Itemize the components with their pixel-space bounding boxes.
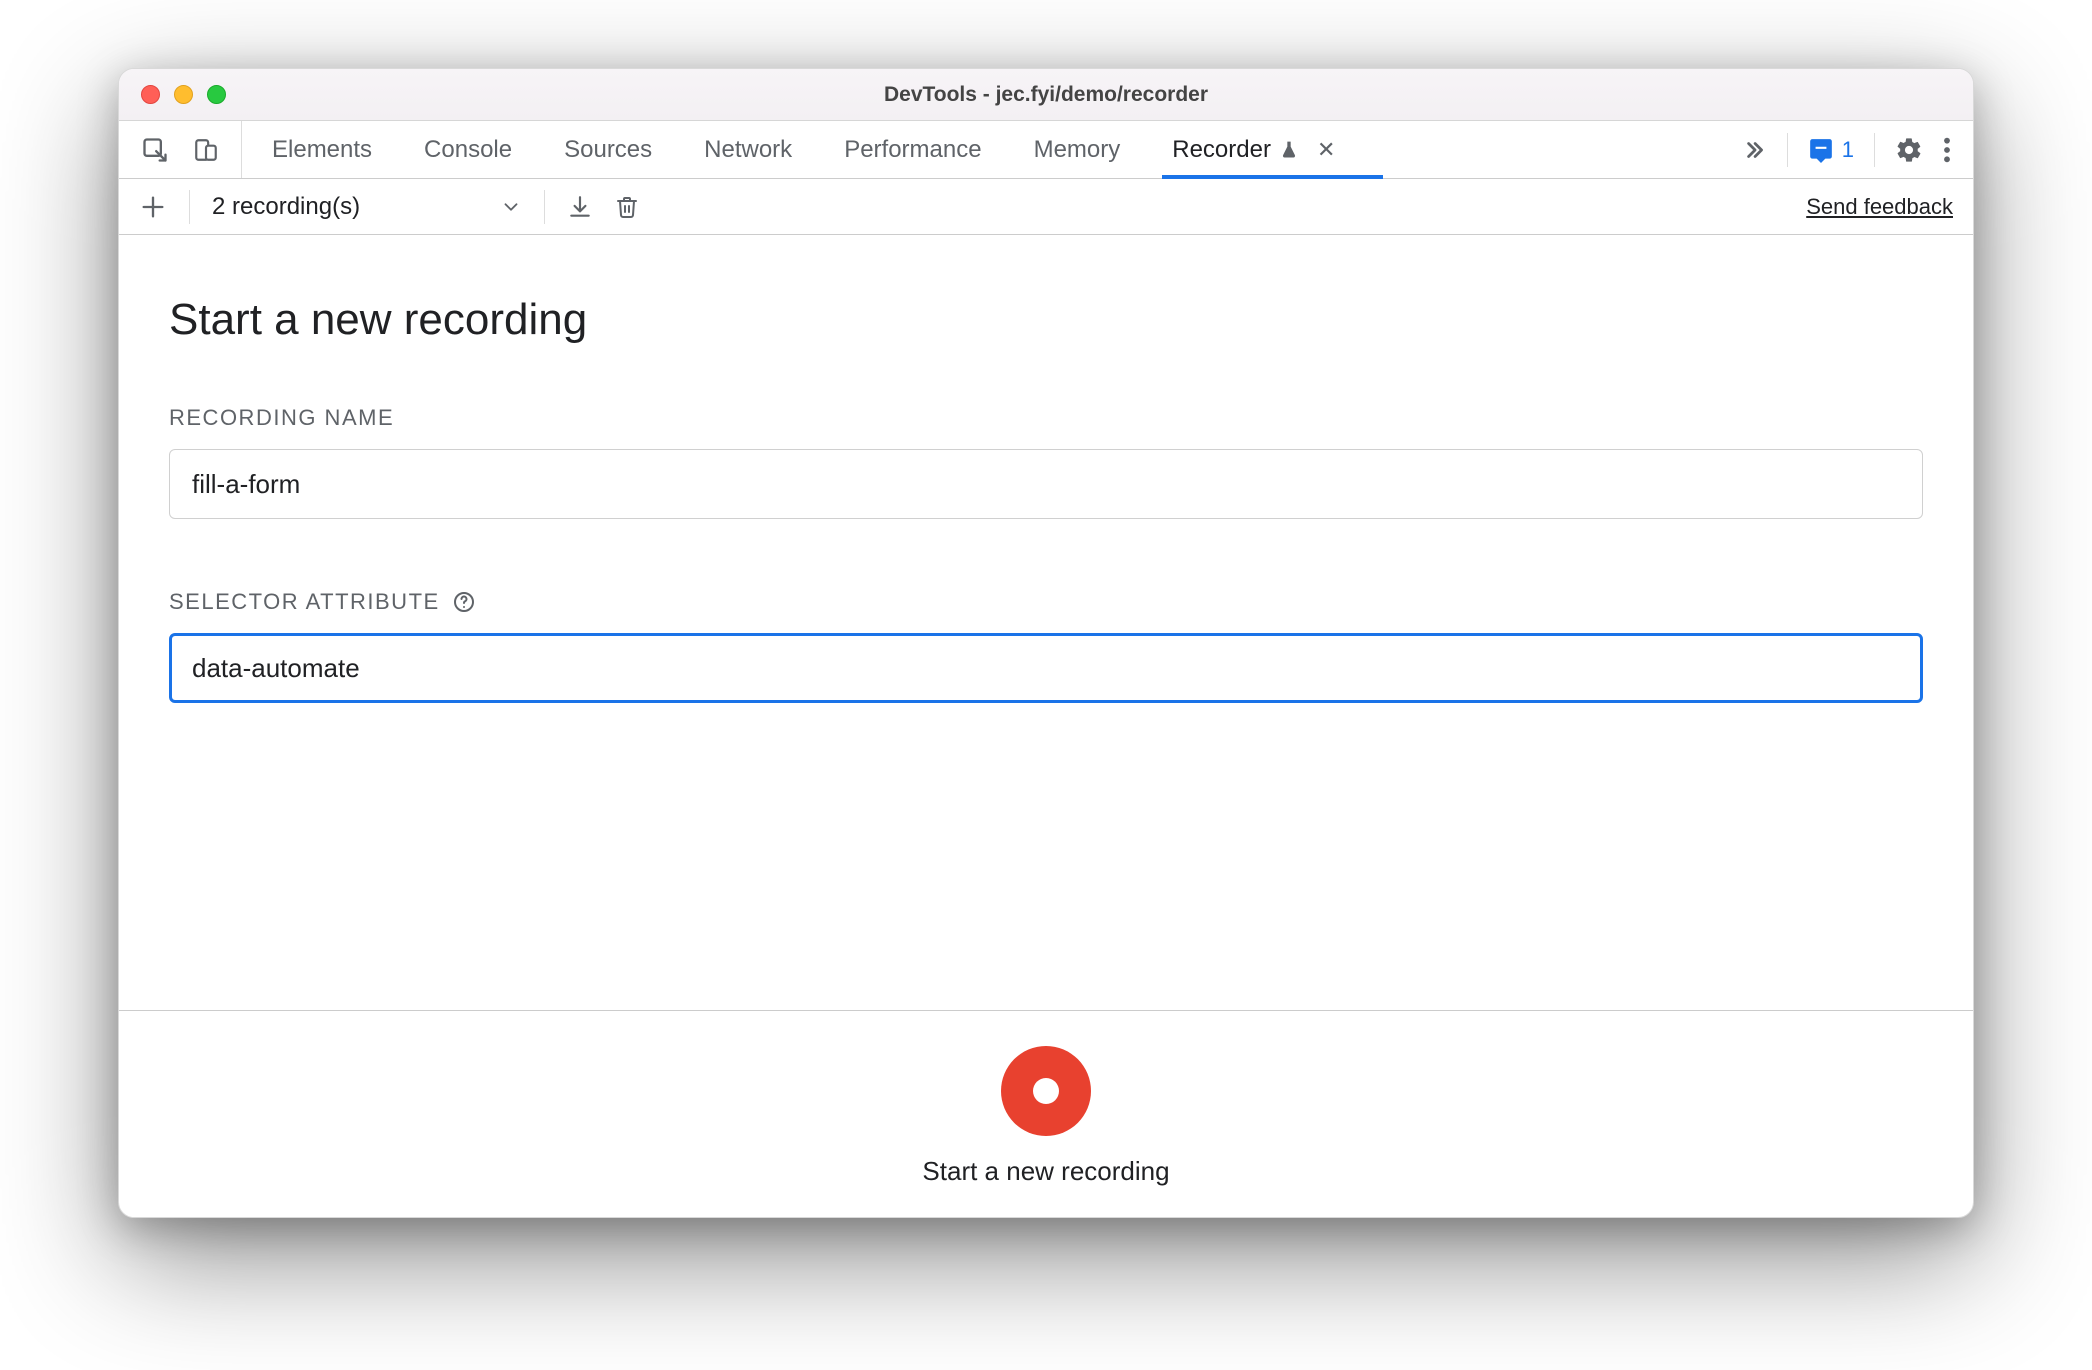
minimize-window-button[interactable]	[174, 85, 193, 104]
tab-label: Network	[704, 136, 792, 164]
issues-count: 1	[1842, 137, 1854, 163]
divider	[544, 190, 545, 224]
help-icon[interactable]	[452, 590, 476, 614]
recorder-panel: Start a new recording RECORDING NAME SEL…	[119, 235, 1973, 1010]
divider	[1874, 133, 1875, 167]
recordings-dropdown[interactable]: 2 recording(s)	[212, 193, 522, 221]
tab-label: Sources	[564, 136, 652, 164]
settings-icon[interactable]	[1895, 136, 1923, 164]
tab-network[interactable]: Network	[704, 121, 792, 178]
issues-icon	[1808, 137, 1834, 163]
download-icon[interactable]	[567, 194, 593, 220]
chevron-down-icon	[500, 196, 522, 218]
recorder-toolbar: 2 recording(s)	[119, 179, 1973, 235]
record-icon	[1033, 1078, 1059, 1104]
selector-attribute-input[interactable]	[169, 633, 1923, 703]
tab-recorder[interactable]: Recorder ✕	[1172, 121, 1335, 178]
devtools-tabstrip: Elements Console Sources Network Perform…	[119, 121, 1973, 179]
recording-name-field: RECORDING NAME	[169, 405, 1923, 519]
tab-performance[interactable]: Performance	[844, 121, 981, 178]
tab-elements[interactable]: Elements	[272, 121, 372, 178]
send-feedback-link[interactable]: Send feedback	[1806, 194, 1953, 220]
recording-name-input[interactable]	[169, 449, 1923, 519]
start-recording-button[interactable]	[1001, 1046, 1091, 1136]
experiment-icon	[1279, 139, 1299, 161]
add-recording-icon[interactable]	[139, 193, 167, 221]
titlebar: DevTools - jec.fyi/demo/recorder	[119, 69, 1973, 121]
inspect-element-icon[interactable]	[141, 136, 169, 164]
recorder-footer: Start a new recording	[119, 1010, 1973, 1217]
delete-icon[interactable]	[615, 194, 639, 220]
window-title: DevTools - jec.fyi/demo/recorder	[119, 83, 1973, 107]
divider	[189, 190, 190, 224]
recordings-label: 2 recording(s)	[212, 193, 360, 221]
issues-button[interactable]: 1	[1808, 137, 1854, 163]
selector-attribute-label: SELECTOR ATTRIBUTE	[169, 589, 440, 615]
more-options-icon[interactable]	[1943, 136, 1951, 164]
close-tab-icon[interactable]: ✕	[1317, 137, 1335, 163]
tab-label: Console	[424, 136, 512, 164]
recording-name-label: RECORDING NAME	[169, 405, 1923, 431]
zoom-window-button[interactable]	[207, 85, 226, 104]
tab-memory[interactable]: Memory	[1034, 121, 1121, 178]
devtools-window: DevTools - jec.fyi/demo/recorder	[118, 68, 1974, 1218]
tab-label: Performance	[844, 136, 981, 164]
page-title: Start a new recording	[169, 295, 1923, 345]
tab-label: Recorder	[1172, 136, 1271, 164]
selector-attribute-field: SELECTOR ATTRIBUTE	[169, 589, 1923, 703]
close-window-button[interactable]	[141, 85, 160, 104]
tab-label: Elements	[272, 136, 372, 164]
window-controls	[119, 85, 226, 104]
tab-console[interactable]: Console	[424, 121, 512, 178]
more-tabs-icon[interactable]	[1741, 137, 1767, 163]
device-toolbar-icon[interactable]	[193, 136, 219, 164]
start-recording-label: Start a new recording	[922, 1156, 1169, 1187]
divider	[1787, 133, 1788, 167]
tab-sources[interactable]: Sources	[564, 121, 652, 178]
tab-label: Memory	[1034, 136, 1121, 164]
